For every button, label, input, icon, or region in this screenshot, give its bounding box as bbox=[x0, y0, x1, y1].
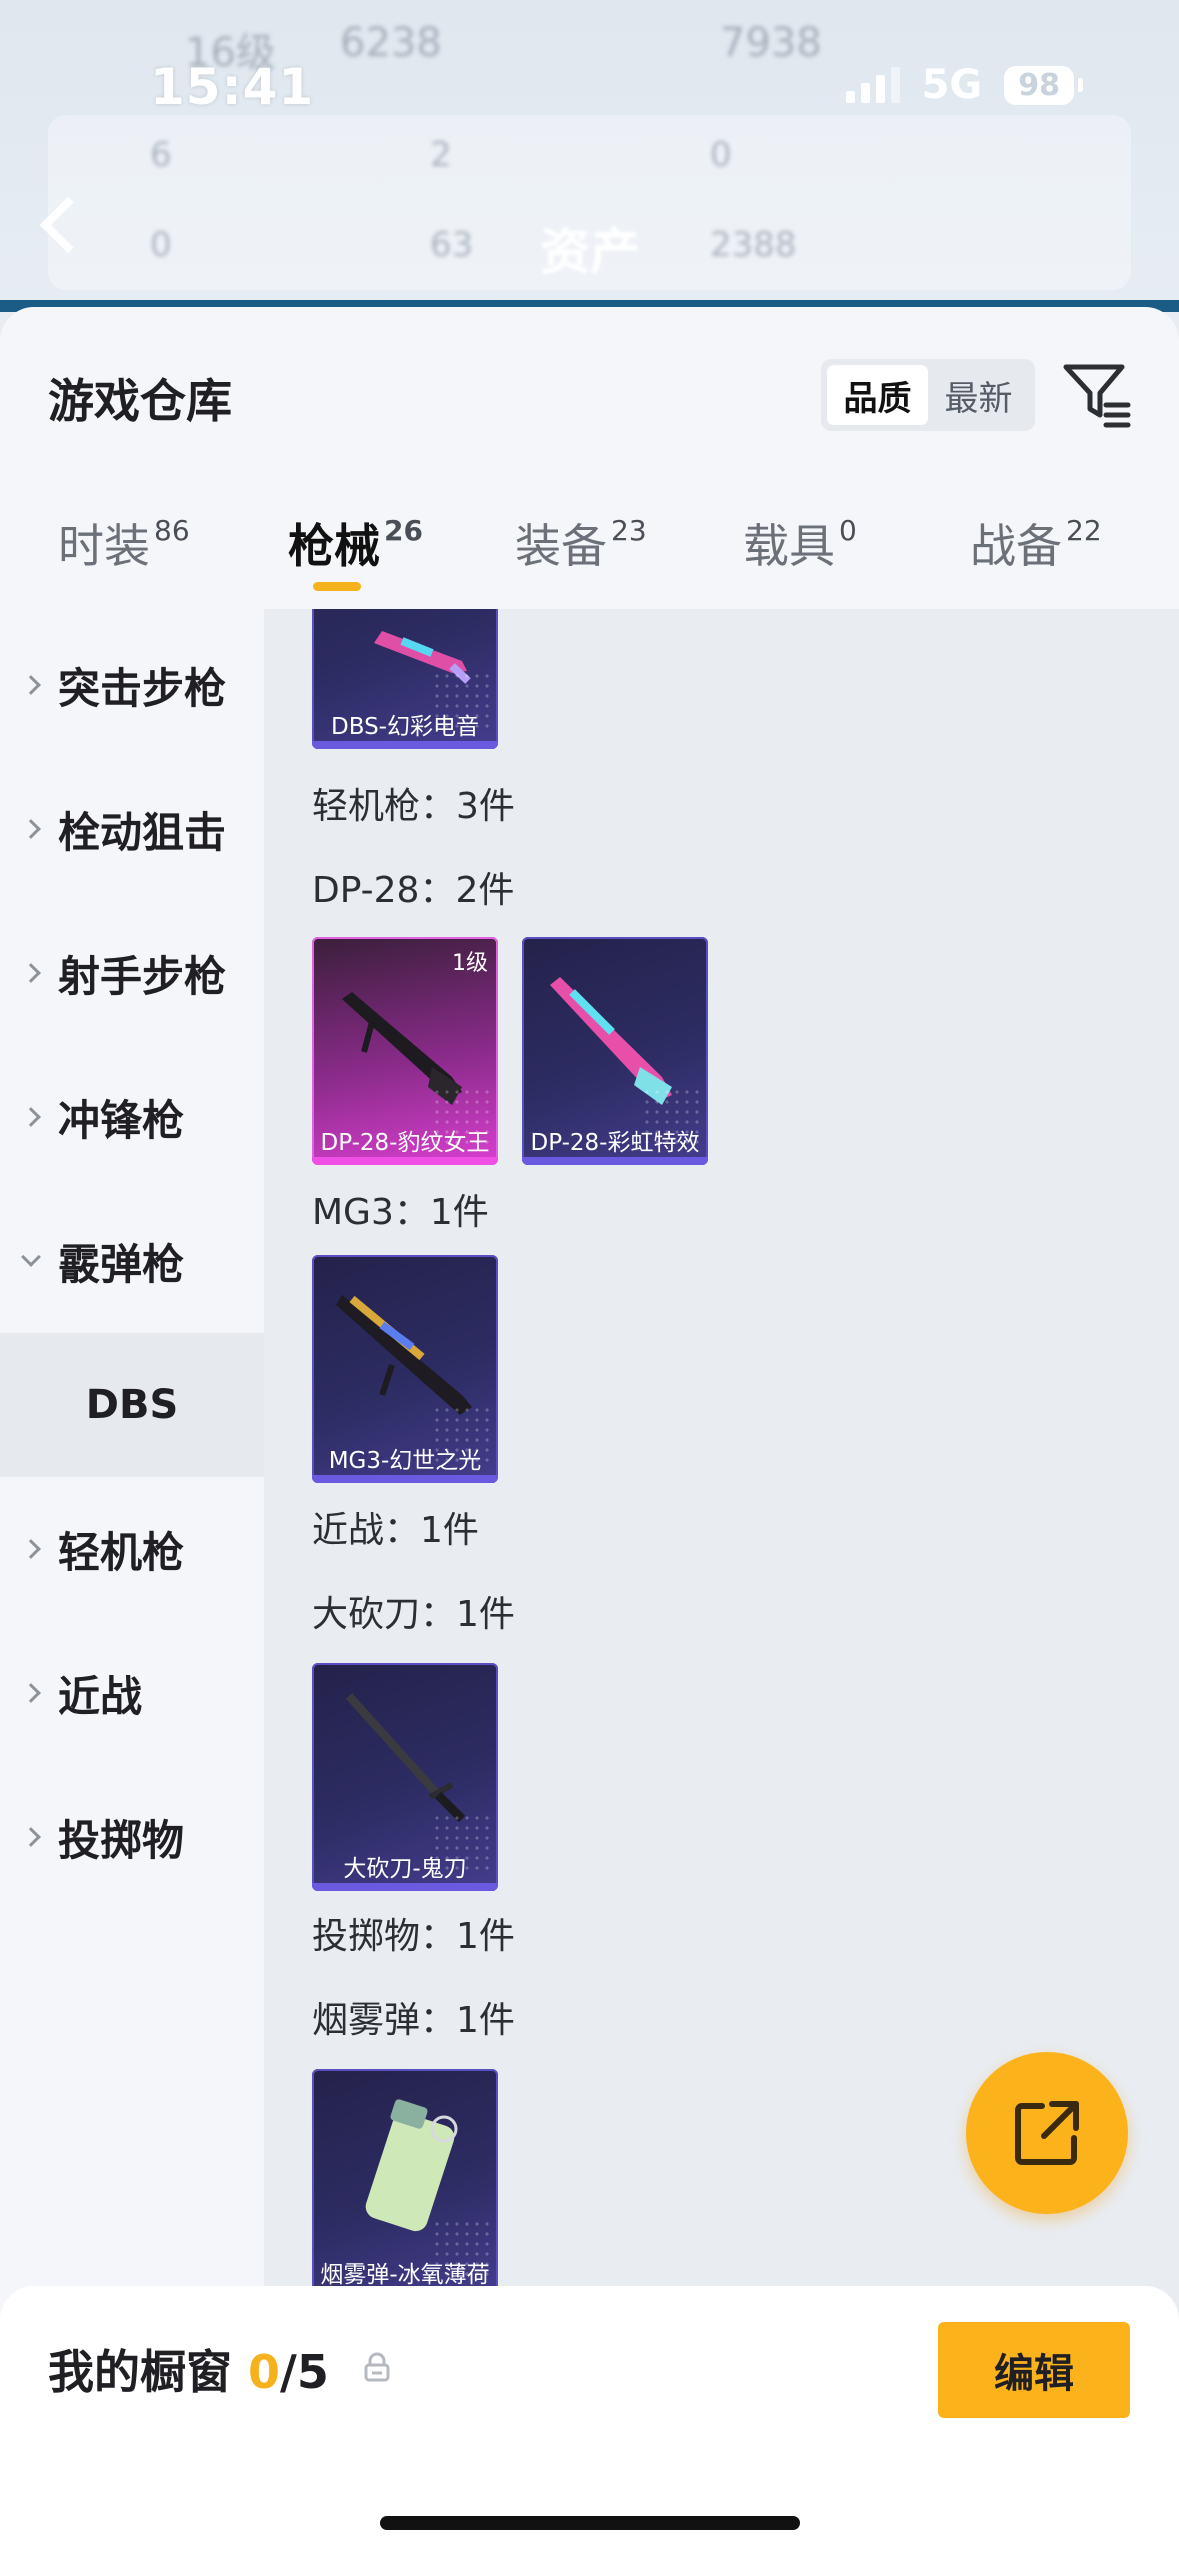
home-indicator[interactable] bbox=[380, 2516, 800, 2530]
chevron-right-icon bbox=[21, 1539, 41, 1559]
rarity-bar bbox=[312, 1475, 498, 1483]
showcase-count: 0 bbox=[248, 2345, 281, 2399]
tab-label: 时装 bbox=[58, 519, 150, 573]
sidebar-item-label: 轻机枪 bbox=[58, 1527, 185, 1577]
sidebar-item-label: 冲锋枪 bbox=[58, 1095, 185, 1145]
item-name: DBS-幻彩电音 bbox=[331, 714, 479, 740]
rarity-bar bbox=[522, 1157, 708, 1165]
status-indicators: 5G 98 bbox=[845, 62, 1083, 108]
chevron-down-icon bbox=[21, 1247, 41, 1267]
section-label-melee: 近战：1件 bbox=[312, 1510, 479, 1551]
chevron-right-icon bbox=[21, 1107, 41, 1127]
chevron-right-icon bbox=[21, 1683, 41, 1703]
sidebar-item-lmg[interactable]: 轻机枪 bbox=[0, 1477, 264, 1621]
sidebar-item-bolt-sniper[interactable]: 栓动狙击 bbox=[0, 757, 264, 901]
share-icon bbox=[1015, 2101, 1079, 2165]
showcase-total: /5 bbox=[280, 2345, 329, 2399]
sidebar-item-label: 栓动狙击 bbox=[58, 807, 227, 857]
sidebar-item-throwables[interactable]: 投掷物 bbox=[0, 1765, 264, 1909]
sort-latest-button[interactable]: 最新 bbox=[928, 365, 1029, 425]
sort-toggle: 品质 最新 bbox=[821, 359, 1035, 431]
item-card-machete[interactable]: 大砍刀-鬼刀 bbox=[312, 1663, 498, 1891]
background-stat: 2388 bbox=[710, 225, 797, 265]
item-name: DP-28-彩虹特效 bbox=[530, 1130, 700, 1156]
battery-icon: 98 bbox=[1004, 65, 1083, 105]
item-name: 大砍刀-鬼刀 bbox=[343, 1856, 467, 1882]
showcase-bar: 我的橱窗 0/5 编辑 bbox=[0, 2286, 1179, 2556]
sidebar-item-shotgun[interactable]: 霰弹枪 bbox=[0, 1189, 264, 1333]
item-card-dp28-1[interactable]: 1级 DP-28-豹纹女王 bbox=[312, 937, 498, 1165]
network-type: 5G bbox=[921, 62, 983, 108]
background-stat: 6 bbox=[150, 135, 172, 175]
rarity-bar bbox=[312, 741, 498, 749]
sidebar-item-melee[interactable]: 近战 bbox=[0, 1621, 264, 1765]
item-card-dp28-2[interactable]: DP-28-彩虹特效 bbox=[522, 937, 708, 1165]
background-title: 资产 bbox=[540, 223, 640, 281]
section-label-lmg: 轻机枪：3件 bbox=[312, 786, 515, 827]
tab-vehicles[interactable]: 载具 0 bbox=[743, 510, 857, 576]
chevron-right-icon bbox=[21, 675, 41, 695]
tab-tactical[interactable]: 战备 22 bbox=[970, 510, 1102, 576]
background-points: 7938 bbox=[720, 20, 822, 66]
item-card-smoke[interactable]: 烟雾弹-冰氧薄荷 bbox=[312, 2069, 498, 2297]
sidebar-item-label: 近战 bbox=[58, 1671, 143, 1721]
sidebar-item-label: 霰弹枪 bbox=[58, 1239, 185, 1289]
chevron-right-icon bbox=[21, 819, 41, 839]
showcase-title: 我的橱窗 0/5 bbox=[48, 2336, 329, 2402]
rarity-bar bbox=[312, 1157, 498, 1165]
item-level-badge: 1级 bbox=[452, 951, 488, 976]
sidebar-item-assault-rifle[interactable]: 突击步枪 bbox=[0, 613, 264, 757]
rarity-bar bbox=[312, 1883, 498, 1891]
background-stat: 2 bbox=[430, 135, 452, 175]
section-label-throwables: 投掷物：1件 bbox=[312, 1916, 515, 1957]
item-name: MG3-幻世之光 bbox=[328, 1448, 482, 1474]
tab-count: 86 bbox=[154, 514, 190, 547]
tab-fashion[interactable]: 时装 86 bbox=[58, 510, 190, 576]
tab-count: 0 bbox=[839, 514, 857, 547]
subsection-label-mg3: MG3：1件 bbox=[312, 1192, 489, 1233]
tab-label: 载具 bbox=[743, 519, 835, 573]
warehouse-sheet: 游戏仓库 品质 最新 时装 86 枪械 26 装备 23 载具 0 战备 22 突击步枪 … bbox=[0, 307, 1179, 2556]
showcase-label: 我的橱窗 bbox=[48, 2345, 232, 2399]
subsection-label-smoke: 烟雾弹：1件 bbox=[312, 2000, 515, 2041]
sidebar-subitem-dbs[interactable]: DBS bbox=[0, 1333, 264, 1477]
lock-icon bbox=[364, 2352, 390, 2382]
weapon-category-sidebar: 突击步枪 栓动狙击 射手步枪 冲锋枪 霰弹枪 DBS 轻机枪 近战 投掷物 bbox=[0, 609, 264, 2556]
sidebar-item-smg[interactable]: 冲锋枪 bbox=[0, 1045, 264, 1189]
tab-label: 战备 bbox=[970, 519, 1062, 573]
active-tab-indicator bbox=[313, 582, 361, 591]
page-title: 游戏仓库 bbox=[48, 374, 232, 428]
item-card-mg3[interactable]: MG3-幻世之光 bbox=[312, 1255, 498, 1483]
item-name: 烟雾弹-冰氧薄荷 bbox=[320, 2262, 490, 2288]
tab-count: 23 bbox=[611, 514, 647, 547]
chevron-right-icon bbox=[21, 1827, 41, 1847]
share-button[interactable] bbox=[966, 2052, 1128, 2214]
tab-label: 枪械 bbox=[288, 519, 380, 573]
tab-count: 22 bbox=[1066, 514, 1102, 547]
sidebar-item-marksman-rifle[interactable]: 射手步枪 bbox=[0, 901, 264, 1045]
tab-firearms[interactable]: 枪械 26 bbox=[288, 510, 423, 576]
background-stat: 63 bbox=[430, 225, 474, 265]
subsection-label-dp28: DP-28：2件 bbox=[312, 870, 515, 911]
tab-count: 26 bbox=[384, 514, 423, 547]
background-coins: 6238 bbox=[340, 20, 442, 66]
item-list: DBS-幻彩电音 轻机枪：3件 DP-28：2件 1级 DP-28-豹纹女王 D… bbox=[264, 609, 1179, 2556]
tab-label: 装备 bbox=[515, 519, 607, 573]
background-stat: 0 bbox=[710, 135, 732, 175]
filter-icon[interactable] bbox=[1062, 359, 1132, 429]
sidebar-item-label: 射手步枪 bbox=[58, 951, 227, 1001]
chevron-right-icon bbox=[21, 963, 41, 983]
edit-button[interactable]: 编辑 bbox=[938, 2322, 1130, 2418]
background-stat: 0 bbox=[150, 225, 172, 265]
signal-icon bbox=[845, 67, 900, 103]
tab-equipment[interactable]: 装备 23 bbox=[515, 510, 647, 576]
item-name: DP-28-豹纹女王 bbox=[320, 1130, 490, 1156]
sort-quality-button[interactable]: 品质 bbox=[827, 365, 928, 425]
sidebar-item-label: 投掷物 bbox=[58, 1815, 185, 1865]
status-time: 15:41 bbox=[150, 58, 315, 116]
category-tabs: 时装 86 枪械 26 装备 23 载具 0 战备 22 bbox=[0, 502, 1179, 612]
item-card-dbs[interactable]: DBS-幻彩电音 bbox=[312, 609, 498, 749]
subsection-label-machete: 大砍刀：1件 bbox=[312, 1594, 515, 1635]
sidebar-item-label: 突击步枪 bbox=[58, 663, 227, 713]
